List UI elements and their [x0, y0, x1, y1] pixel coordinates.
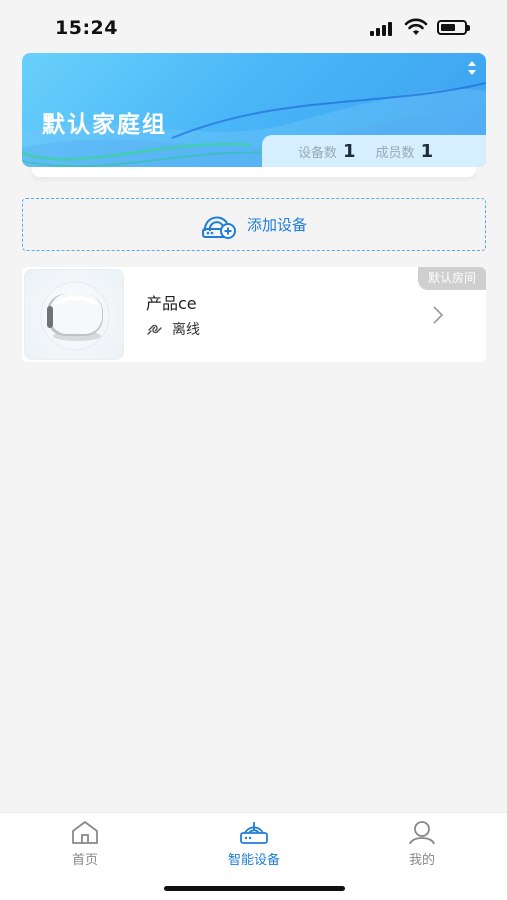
status-time: 15:24	[55, 17, 118, 39]
device-product-icon	[40, 281, 110, 351]
tab-smart-devices[interactable]: 智能设备	[199, 819, 309, 869]
tab-home[interactable]: 首页	[30, 819, 140, 869]
header-card-underlay	[32, 167, 476, 177]
group-stats-bar: 设备数 1 成员数 1	[262, 135, 486, 167]
device-count-label: 设备数	[298, 145, 338, 161]
cellular-signal-icon	[370, 22, 396, 36]
device-name: 产品ce	[146, 294, 197, 313]
user-icon	[409, 821, 435, 845]
offline-link-icon	[147, 324, 162, 335]
wifi-icon	[404, 18, 428, 35]
member-count-label: 成员数	[375, 145, 415, 161]
home-icon	[72, 821, 98, 844]
home-indicator	[164, 886, 345, 891]
home-group-title: 默认家庭组	[42, 112, 167, 138]
add-device-button[interactable]: 添加设备	[22, 198, 486, 251]
battery-icon	[437, 20, 470, 35]
device-image	[24, 269, 124, 360]
chevron-right-icon	[433, 306, 444, 324]
tab-mine-label: 我的	[408, 853, 435, 868]
device-status: 离线	[146, 319, 200, 339]
switch-group-icon[interactable]	[468, 61, 476, 75]
status-bar: 15:24	[0, 0, 507, 52]
room-badge: 默认房间	[417, 267, 486, 290]
device-count-value: 1	[343, 140, 356, 162]
tab-home-label: 首页	[71, 853, 98, 868]
member-count-stat: 成员数 1	[376, 141, 434, 162]
device-count-stat: 设备数 1	[298, 141, 356, 162]
add-device-icon	[201, 216, 236, 239]
device-card[interactable]: 产品ce 离线 默认房间	[22, 267, 486, 362]
tab-mine[interactable]: 我的	[367, 819, 477, 869]
add-device-label: 添加设备	[246, 216, 307, 234]
member-count-value: 1	[420, 140, 434, 162]
home-group-card[interactable]: 默认家庭组 设备数 1 成员数 1	[22, 53, 486, 167]
device-status-label: 离线	[172, 322, 200, 338]
router-icon	[240, 822, 268, 844]
tab-smart-devices-label: 智能设备	[227, 853, 280, 868]
